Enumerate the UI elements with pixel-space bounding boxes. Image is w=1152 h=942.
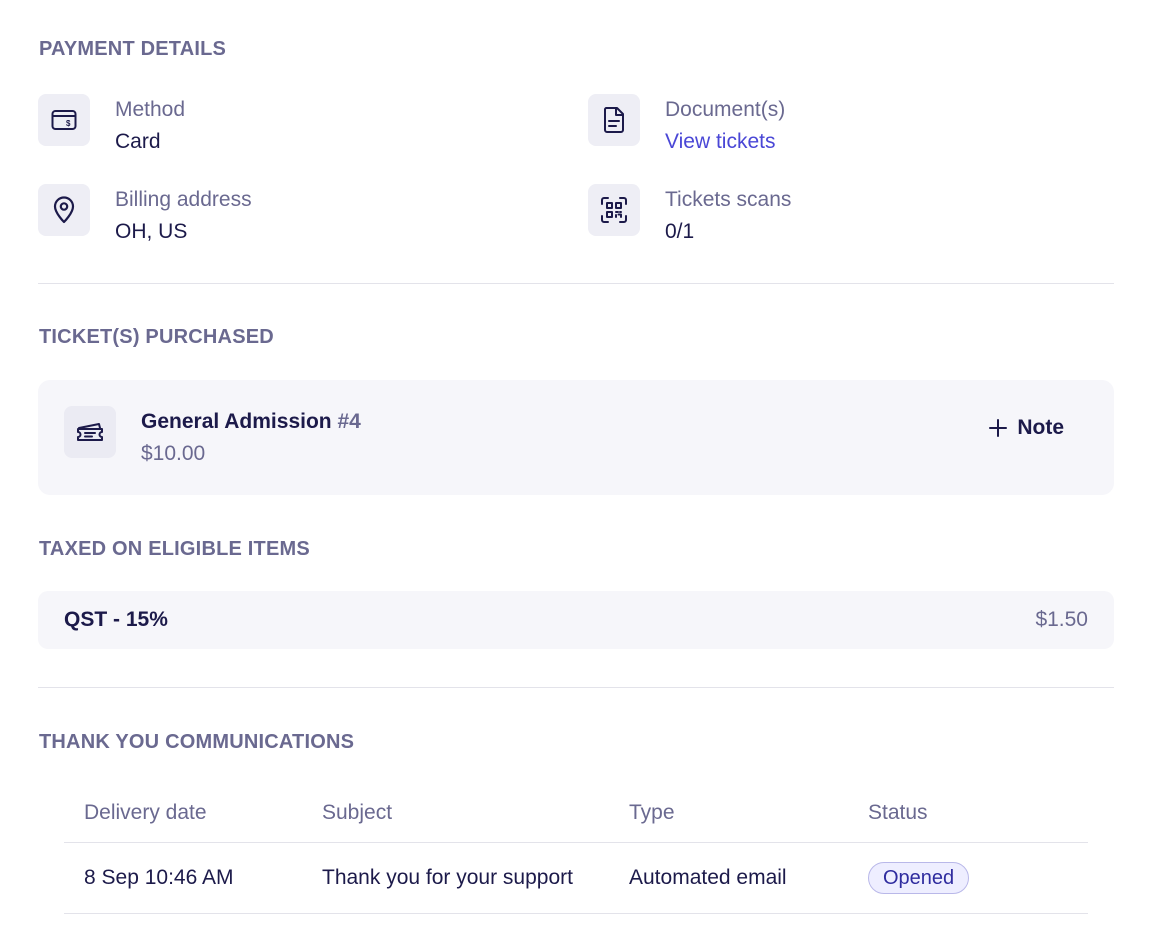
documents-label: Document(s) [665,98,786,121]
scans-value: 0/1 [665,220,695,243]
view-tickets-link[interactable]: View tickets [665,128,785,156]
column-header-subject[interactable]: Subject [322,801,392,825]
column-header-type[interactable]: Type [629,801,675,825]
type-cell: Automated email [629,866,787,889]
payment-method: $ Method Card [38,94,185,156]
ticket-name: General Admission [141,410,332,433]
ticket-name-line: General Admission #4 [141,410,361,434]
tax-name: QST - 15% [64,608,168,631]
status-badge: Opened [868,862,970,894]
column-header-status[interactable]: Status [868,801,928,825]
ticket-number: #4 [337,410,361,433]
note-label: Note [1017,416,1064,439]
taxes-title: TAXED ON ELIGIBLE ITEMS [39,538,310,560]
method-value: Card [115,130,161,153]
billing-value: OH, US [115,220,188,243]
tax-amount: $1.50 [1035,608,1088,631]
billing-label: Billing address [115,188,252,211]
payment-documents: Document(s) View tickets [588,94,785,156]
delivery-date-cell: 8 Sep 10:46 AM [84,866,234,889]
table-row-divider [64,913,1088,914]
ticket-icon [64,406,116,458]
ticket-price: $10.00 [141,442,206,465]
billing-address: Billing address OH, US [38,184,252,246]
card-icon: $ [38,94,90,146]
divider [38,283,1114,284]
ticket-scans: Tickets scans 0/1 [588,184,791,246]
payment-details-title: PAYMENT DETAILS [39,38,227,60]
divider [38,687,1114,688]
subject-cell[interactable]: Thank you for your support [322,866,590,890]
method-label: Method [115,98,186,121]
tax-row: QST - 15% $1.50 [38,591,1114,649]
add-note-button[interactable]: Note [989,416,1064,440]
ticket-item: General Admission #4 $10.00 Note [38,380,1114,495]
tickets-purchased-title: TICKET(S) PURCHASED [39,326,274,348]
location-pin-icon [38,184,90,236]
document-icon [588,94,640,146]
qr-scan-icon [588,184,640,236]
plus-icon [989,419,1008,437]
communications-title: THANK YOU COMMUNICATIONS [39,731,355,753]
svg-text:$: $ [66,119,71,128]
scans-label: Tickets scans [665,188,792,211]
column-header-delivery-date[interactable]: Delivery date [84,801,207,825]
table-header-divider [64,842,1088,843]
